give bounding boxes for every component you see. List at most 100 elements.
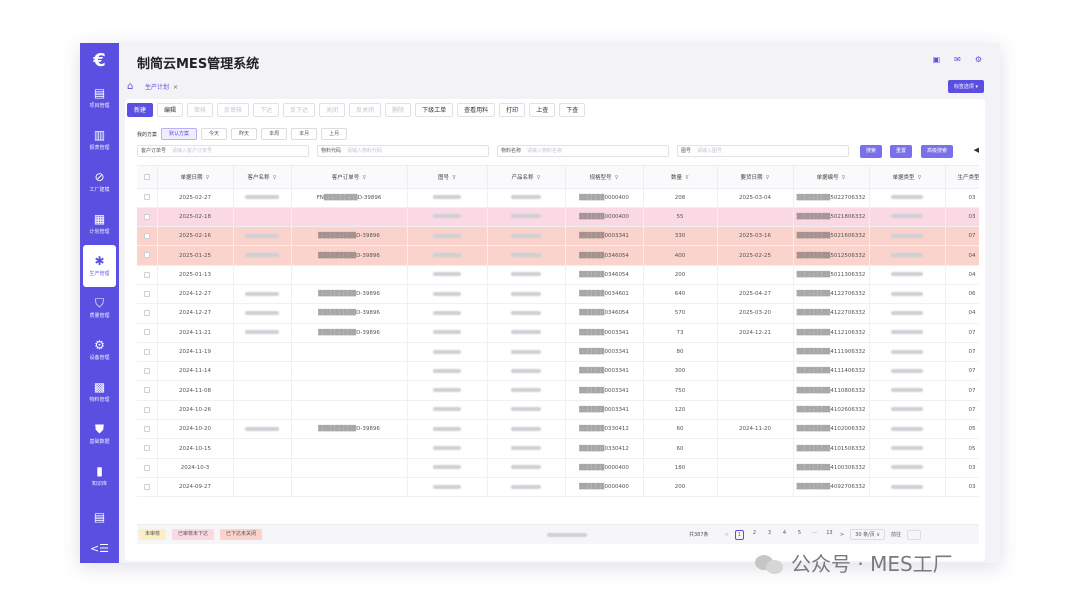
sidebar-item-project[interactable]: ▤ 项目管理: [80, 77, 119, 119]
advanced-search-button[interactable]: 高级搜索: [921, 145, 954, 158]
scheme-yesterday-button[interactable]: 昨天: [231, 128, 258, 140]
row-checkbox-cell[interactable]: [137, 477, 158, 498]
page-number[interactable]: 2: [750, 530, 759, 540]
column-header[interactable]: 单据日期 ⊽: [157, 166, 234, 189]
scheme-default-button[interactable]: 默认方案: [161, 128, 198, 140]
row-checkbox-cell[interactable]: [137, 284, 158, 305]
page-number[interactable]: 4: [780, 530, 789, 540]
table-row[interactable]: 2024-11-14 ▒▒▒▒▒▒0003341 300 ▒▒▒▒▒▒▒▒411140…: [137, 361, 979, 382]
select-all-checkbox-cell[interactable]: [137, 166, 158, 189]
column-header[interactable]: 客户名称 ⊽: [233, 166, 292, 189]
table-row[interactable]: 2024-10-20 ▒▒▒▒▒▒▒▒▒D-39896 ▒▒▒▒▒▒0330412 6…: [137, 419, 979, 440]
row-checkbox-cell[interactable]: [137, 265, 158, 285]
table-row[interactable]: 2025-02-27 FN▒▒▒▒▒▒▒▒D-39896 ▒▒▒▒▒▒0000400…: [137, 188, 979, 208]
row-checkbox-cell[interactable]: [137, 323, 158, 343]
filter-icon[interactable]: ⊽: [452, 175, 456, 181]
column-header[interactable]: 要货日期 ⊽: [717, 166, 794, 189]
scheme-today-button[interactable]: 今天: [201, 128, 228, 140]
window-icon[interactable]: ▣: [933, 55, 941, 64]
column-header[interactable]: 单据类型 ⊽: [869, 166, 946, 189]
tab-production-plan[interactable]: 生产计划 ×: [145, 82, 178, 91]
trace-down-button[interactable]: 下查: [559, 103, 586, 117]
reset-button[interactable]: 重置: [890, 145, 913, 158]
filter-icon[interactable]: ⊽: [841, 175, 845, 181]
table-row[interactable]: 2024-12-27 ▒▒▒▒▒▒▒▒▒D-39896 ▒▒▒▒▒▒0034601 6…: [137, 284, 979, 305]
column-header[interactable]: 客户订单号 ⊽: [291, 166, 408, 189]
unissue-button[interactable]: 反下达: [283, 103, 316, 117]
customer-order-filter[interactable]: 客户订单号 请输入客户订单号: [137, 145, 309, 157]
row-checkbox[interactable]: [143, 194, 150, 201]
row-checkbox-cell[interactable]: [137, 226, 158, 247]
table-row[interactable]: 2024-10-3 ▒▒▒▒▒▒0000400 180 ▒▒▒▒▒▒▒▒4100306…: [137, 458, 979, 478]
row-checkbox-cell[interactable]: [137, 458, 158, 478]
table-row[interactable]: 2025-02-18 ▒▒▒▒▒▒0000400 55 ▒▒▒▒▒▒▒▒5021806…: [137, 207, 979, 228]
tab-close-icon[interactable]: ×: [173, 84, 178, 91]
row-checkbox-cell[interactable]: [137, 342, 158, 363]
scheme-this-month-button[interactable]: 本月: [291, 128, 318, 140]
print-button[interactable]: 打印: [499, 103, 526, 117]
filter-icon[interactable]: ⊽: [685, 175, 689, 181]
row-checkbox-cell[interactable]: [137, 245, 158, 266]
column-header[interactable]: 数量 ⊽: [643, 166, 718, 189]
select-all-checkbox[interactable]: [143, 173, 150, 180]
issue-button[interactable]: 下达: [253, 103, 280, 117]
collapse-arrow-icon[interactable]: ◀: [974, 146, 979, 154]
home-icon[interactable]: ⌂: [127, 81, 133, 92]
page-number[interactable]: 1: [734, 529, 744, 540]
row-checkbox[interactable]: [143, 483, 150, 490]
sidebar-item-knowledge[interactable]: ▮ 知识库: [80, 455, 119, 497]
sidebar-item-factory[interactable]: ⊘ 工厂建模: [80, 161, 119, 203]
table-row[interactable]: 2024-12-27 ▒▒▒▒▒▒▒▒▒D-39896 ▒▒▒▒▒▒0346054 5…: [137, 303, 979, 324]
row-checkbox[interactable]: [143, 232, 150, 239]
unaudit-button[interactable]: 反审核: [217, 103, 250, 117]
filter-icon[interactable]: ⊽: [362, 175, 366, 181]
row-checkbox[interactable]: [143, 387, 150, 394]
row-checkbox[interactable]: [143, 290, 150, 297]
table-row[interactable]: 2024-11-19 ▒▒▒▒▒▒0003341 80 ▒▒▒▒▒▒▒▒4111906…: [137, 342, 979, 363]
table-row[interactable]: 2024-10-15 ▒▒▒▒▒▒0330412 60 ▒▒▒▒▒▒▒▒4101506…: [137, 438, 979, 459]
filter-icon[interactable]: ⊽: [917, 175, 921, 181]
table-row[interactable]: 2024-09-27 ▒▒▒▒▒▒0000400 200 ▒▒▒▒▒▒▒▒409270…: [137, 477, 979, 498]
row-checkbox[interactable]: [143, 445, 150, 452]
close-button[interactable]: 关闭: [319, 103, 346, 117]
sidebar-item-equipment[interactable]: ⚙ 设备管理: [80, 329, 119, 371]
sidebar-item-base-data[interactable]: ⛊ 基础数据: [80, 413, 119, 455]
row-checkbox[interactable]: [143, 329, 150, 336]
trace-up-button[interactable]: 上查: [529, 103, 556, 117]
tab-options-dropdown[interactable]: 标签选项 ▾: [947, 80, 984, 93]
filter-icon[interactable]: ⊽: [272, 175, 276, 181]
mail-icon[interactable]: ✉: [954, 55, 961, 64]
row-checkbox[interactable]: [143, 213, 150, 220]
row-checkbox[interactable]: [143, 271, 150, 278]
row-checkbox-cell[interactable]: [137, 303, 158, 324]
filter-icon[interactable]: ⊽: [205, 175, 209, 181]
row-checkbox[interactable]: [143, 348, 150, 355]
view-materials-button[interactable]: 查看用料: [457, 103, 496, 117]
row-checkbox-cell[interactable]: [137, 188, 158, 208]
sidebar-item-material[interactable]: ▩ 物料管理: [80, 371, 119, 413]
page-number[interactable]: 3: [765, 530, 774, 540]
row-checkbox-cell[interactable]: [137, 380, 158, 401]
sidebar-collapse-icon[interactable]: <☰: [80, 542, 119, 555]
settings-icon[interactable]: ⚙: [975, 55, 982, 64]
audit-button[interactable]: 审核: [187, 103, 214, 117]
unclose-button[interactable]: 反关闭: [349, 103, 382, 117]
sidebar-item-plan[interactable]: ▦ 计划管理: [80, 203, 119, 245]
sidebar-item-production[interactable]: ✱ 生产管理: [83, 245, 116, 287]
page-number[interactable]: ···: [810, 530, 819, 540]
search-button[interactable]: 搜索: [860, 145, 883, 158]
delete-button[interactable]: 删除: [385, 103, 412, 117]
filter-icon[interactable]: ⊽: [614, 175, 618, 181]
table-row[interactable]: 2024-11-08 ▒▒▒▒▒▒0003341 750 ▒▒▒▒▒▒▒▒411080…: [137, 380, 979, 401]
table-row[interactable]: 2025-01-13 ▒▒▒▒▒▒0346054 200 ▒▒▒▒▒▒▒▒501130…: [137, 265, 979, 285]
table-row[interactable]: 2024-10-26 ▒▒▒▒▒▒0003341 120 ▒▒▒▒▒▒▒▒410260…: [137, 400, 979, 421]
column-header[interactable]: 单据编号 ⊽: [793, 166, 870, 189]
goto-input[interactable]: [907, 529, 922, 540]
filter-icon[interactable]: ⊽: [765, 175, 769, 181]
table-row[interactable]: 2025-02-16 ▒▒▒▒▒▒▒▒▒D-39896 ▒▒▒▒▒▒0003341 3…: [137, 226, 979, 247]
row-checkbox[interactable]: [143, 425, 150, 432]
row-checkbox-cell[interactable]: [137, 400, 158, 421]
table-row[interactable]: 2025-01-25 ▒▒▒▒▒▒▒▒▒D-39896 ▒▒▒▒▒▒0346054 4…: [137, 245, 979, 266]
column-header[interactable]: 生产类型⊽: [945, 166, 979, 189]
scheme-last-month-button[interactable]: 上月: [321, 128, 348, 140]
